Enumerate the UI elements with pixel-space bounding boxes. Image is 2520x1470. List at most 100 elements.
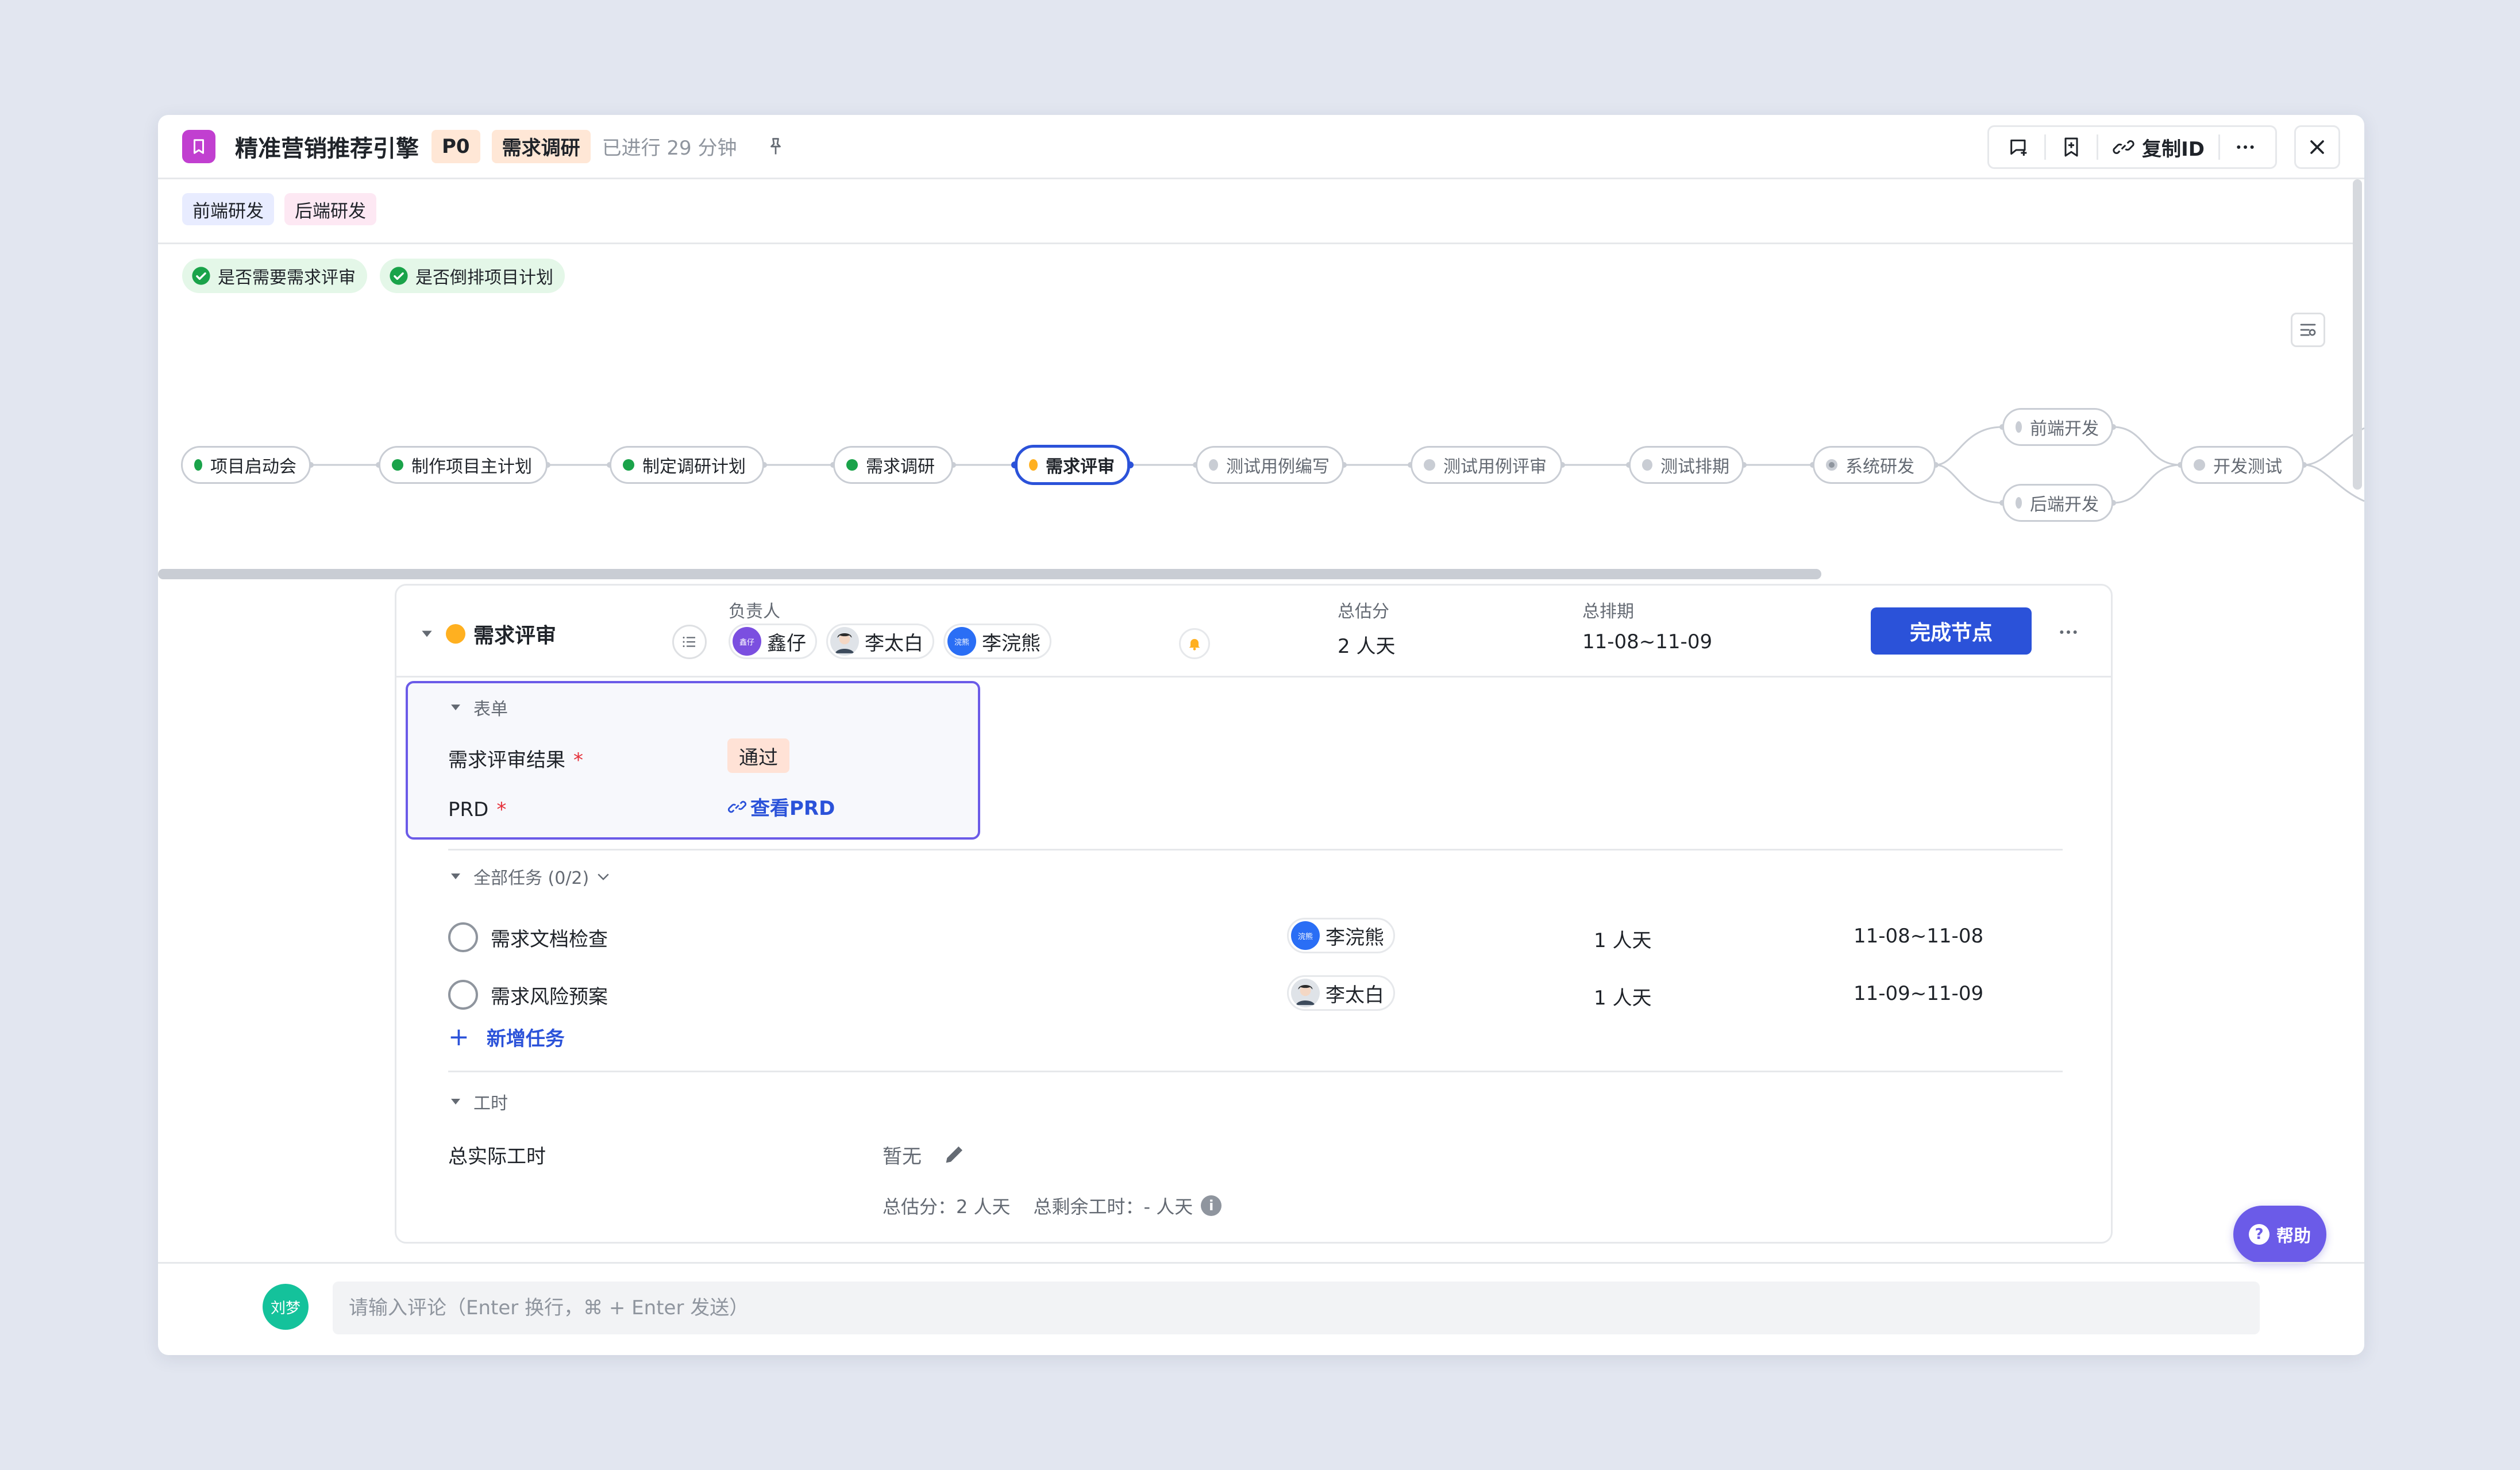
actual-worktime-text: 暂无 <box>883 1145 922 1168</box>
task-detail-window: 精准营销推荐引擎 P0 需求调研 已进行 29 分钟 复制ID 前端研发 后端研… <box>158 115 2364 1355</box>
avatar: 刘梦 <box>263 1284 309 1330</box>
owner-chip[interactable]: 李太白 <box>826 624 934 659</box>
status-dot <box>1826 459 1837 471</box>
flow-node-label: 测试排期 <box>1660 457 1729 477</box>
section-label: 全部任务 (0/2) <box>473 868 589 888</box>
divider <box>448 1071 2063 1072</box>
review-result-tag[interactable]: 通过 <box>727 738 789 773</box>
task-row[interactable]: 需求文档检查 浣熊 李浣熊 1 人天 11-08~11-08 <box>448 915 2063 956</box>
status-dot <box>1209 459 1218 471</box>
status-dot <box>2194 459 2205 471</box>
field-label: 需求评审结果 * <box>448 749 583 772</box>
task-date[interactable]: 11-08~11-08 <box>1854 925 1983 948</box>
worktime-summary: 总估分：2 人天 总剩余工时：- 人天 i <box>883 1192 1244 1219</box>
node-more-button[interactable] <box>2051 618 2086 647</box>
task-estimate[interactable]: 1 人天 <box>1594 925 1651 953</box>
task-estimate[interactable]: 1 人天 <box>1594 982 1651 1010</box>
owner-name: 李浣熊 <box>1325 926 1384 949</box>
avatar: 鑫仔 <box>733 627 761 656</box>
edit-pencil-icon[interactable] <box>942 1144 965 1167</box>
list-icon[interactable] <box>672 625 707 659</box>
avatar: 浣熊 <box>1291 921 1320 950</box>
flow-node[interactable]: 前端开发 <box>2002 408 2113 446</box>
flow-node-label: 项目启动会 <box>210 457 296 477</box>
prd-link-label: 查看PRD <box>750 797 835 820</box>
horizontal-scrollbar[interactable] <box>158 569 1821 579</box>
flow-node[interactable]: 系统研发 <box>1813 446 1936 484</box>
complete-node-button[interactable]: 完成节点 <box>1871 607 2032 655</box>
plus-icon: + <box>448 1022 469 1052</box>
comment-input[interactable] <box>333 1282 2260 1334</box>
info-icon[interactable]: i <box>1201 1195 1222 1216</box>
tasks-section-title[interactable]: 全部任务 (0/2) <box>448 864 612 889</box>
task-checkbox[interactable] <box>448 922 478 952</box>
task-date[interactable]: 11-09~11-09 <box>1854 982 1983 1005</box>
estimate-value[interactable]: 2 人天 <box>1338 630 1395 659</box>
user-photo-icon <box>830 627 859 656</box>
chevron-down-icon <box>598 873 609 880</box>
estimate-label: 总估分 <box>1338 602 1389 622</box>
divider <box>448 849 2063 851</box>
owner-chip[interactable]: 浣熊 李浣熊 <box>1287 918 1395 953</box>
worktime-section-title[interactable]: 工时 <box>448 1089 508 1114</box>
remind-button[interactable] <box>1179 628 1210 659</box>
owner-chip[interactable]: 浣熊 李浣熊 <box>943 624 1051 659</box>
flow-node-label: 制定调研计划 <box>642 457 746 477</box>
add-task-button[interactable]: + 新增任务 <box>448 1022 565 1052</box>
flow-node[interactable]: 需求调研 <box>833 446 953 484</box>
flow-node[interactable]: 后端开发 <box>2002 484 2113 522</box>
section-label: 表单 <box>473 699 508 719</box>
divider <box>158 1262 2364 1264</box>
flow-node[interactable]: 测试用例评审 <box>1411 446 1562 484</box>
owner-list: 鑫仔 鑫仔 李太白 浣熊 李浣熊 <box>729 624 1061 659</box>
user-photo-icon <box>1291 979 1320 1007</box>
flow-node-label: 开发测试 <box>2213 457 2282 477</box>
more-horizontal-icon <box>2060 630 2077 634</box>
help-button[interactable]: ? 帮助 <box>2233 1206 2326 1263</box>
status-dot <box>2016 421 2022 433</box>
owner-name: 李太白 <box>1325 983 1384 1007</box>
status-dot <box>623 459 634 471</box>
node-title[interactable]: 需求评审 <box>419 619 556 649</box>
owner-chip[interactable]: 李太白 <box>1287 975 1395 1011</box>
flow-node-label: 系统研发 <box>1845 457 1914 477</box>
vertical-scrollbar[interactable] <box>2353 179 2362 490</box>
view-prd-link[interactable]: 查看PRD <box>727 792 835 821</box>
node-detail-card: 需求评审 负责人 鑫仔 鑫仔 李太白 浣熊 李浣熊 总估分 2 人天 总排期 1… <box>395 584 2113 1244</box>
flow-node-active[interactable]: 需求评审 <box>1015 445 1130 485</box>
flow-node-label: 制作项目主计划 <box>411 457 532 477</box>
owner-name: 鑫仔 <box>767 632 806 655</box>
owner-name: 李浣熊 <box>982 632 1041 655</box>
task-name[interactable]: 需求文档检查 <box>491 923 608 952</box>
actual-worktime-value[interactable]: 暂无 <box>883 1141 965 1169</box>
status-dot <box>846 459 858 471</box>
task-name[interactable]: 需求风险预案 <box>491 981 608 1009</box>
avatar <box>1291 979 1320 1007</box>
owner-chip[interactable]: 鑫仔 鑫仔 <box>729 624 817 659</box>
caret-down-icon <box>448 700 463 715</box>
flow-node-label: 测试用例评审 <box>1443 457 1547 477</box>
flow-node[interactable]: 制定调研计划 <box>610 446 764 484</box>
status-dot <box>1029 459 1038 471</box>
status-dot <box>194 459 202 471</box>
flow-node-label: 前端开发 <box>2030 419 2099 439</box>
caret-down-icon[interactable] <box>419 626 434 641</box>
form-section: 表单 需求评审结果 * 通过 PRD * 查看PRD <box>406 681 980 840</box>
flow-node-label: 测试用例编写 <box>1226 457 1330 477</box>
task-row[interactable]: 需求风险预案 李太白 1 人天 11-09~11-09 <box>448 973 2063 1013</box>
flow-node[interactable]: 制作项目主计划 <box>379 446 548 484</box>
remaining-summary: 总剩余工时：- 人天 <box>1033 1196 1193 1218</box>
flow-node[interactable]: 测试排期 <box>1629 446 1744 484</box>
schedule-label: 总排期 <box>1582 602 1634 622</box>
flow-node[interactable]: 测试用例编写 <box>1196 446 1344 484</box>
node-title-label: 需求评审 <box>473 624 557 648</box>
schedule-value[interactable]: 11-08~11-09 <box>1582 630 1712 653</box>
task-checkbox[interactable] <box>448 980 478 1010</box>
avatar <box>830 627 859 656</box>
form-section-title[interactable]: 表单 <box>448 695 508 720</box>
status-dot <box>392 459 403 471</box>
flow-node[interactable]: 项目启动会 <box>181 446 311 484</box>
field-label: PRD * <box>448 798 507 821</box>
link-icon <box>728 801 746 813</box>
flow-node[interactable]: 开发测试 <box>2180 446 2304 484</box>
